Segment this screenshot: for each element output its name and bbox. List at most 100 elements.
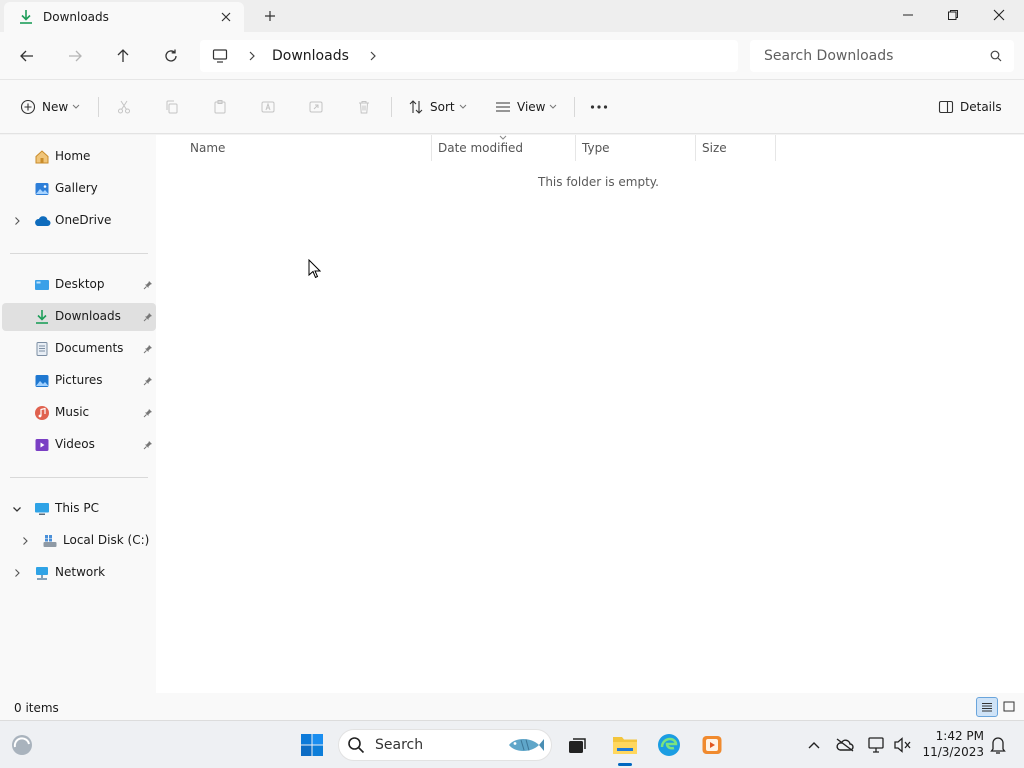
details-pane-button[interactable]: Details — [938, 95, 1002, 119]
close-tab-icon[interactable] — [218, 9, 234, 25]
sidebar-item-music[interactable]: Music — [2, 399, 156, 427]
sidebar-item-home[interactable]: Home — [2, 143, 156, 171]
sidebar-item-label: Local Disk (C:) — [63, 533, 150, 547]
chevron-right-icon[interactable] — [18, 534, 32, 548]
new-tab-icon[interactable] — [260, 6, 280, 26]
command-bar: New Sort View Details — [0, 80, 1024, 134]
pictures-icon — [33, 372, 51, 390]
delete-icon[interactable] — [356, 95, 372, 119]
sidebar-item-documents[interactable]: Documents — [2, 335, 156, 363]
search-placeholder: Search Downloads — [764, 48, 894, 64]
close-window-icon[interactable] — [976, 0, 1022, 30]
sidebar-item-label: Gallery — [55, 181, 98, 195]
details-view-icon[interactable] — [976, 697, 998, 717]
onedrive-offline-icon[interactable] — [831, 731, 859, 759]
tab-downloads[interactable]: Downloads — [4, 2, 244, 32]
pin-icon[interactable] — [141, 342, 155, 356]
clock-date: 11/3/2023 — [922, 745, 984, 759]
desktop-icon — [33, 276, 51, 294]
taskbar-search-label: Search — [375, 737, 424, 753]
minimize-icon[interactable] — [885, 0, 931, 30]
sidebar-item-desktop[interactable]: Desktop — [2, 271, 156, 299]
pin-icon[interactable] — [141, 438, 155, 452]
mouse-cursor-icon — [307, 259, 321, 279]
details-label: Details — [960, 100, 1002, 114]
gallery-icon — [33, 180, 51, 198]
sidebar-item-label: Network — [55, 565, 106, 579]
chevron-down-icon[interactable] — [10, 502, 24, 516]
chevron-right-icon[interactable] — [10, 566, 24, 580]
system-clock[interactable]: 1:42 PM 11/3/2023 — [918, 728, 984, 760]
sidebar-item-label: Desktop — [55, 277, 105, 291]
chevron-right-icon[interactable] — [363, 46, 383, 66]
view-button[interactable]: View — [495, 95, 557, 119]
status-bar: 0 items — [0, 693, 1024, 720]
widgets-icon[interactable] — [8, 731, 36, 759]
empty-folder-message: This folder is empty. — [538, 175, 659, 189]
file-explorer-icon[interactable] — [611, 731, 639, 759]
home-icon — [33, 148, 51, 166]
pin-icon[interactable] — [141, 374, 155, 388]
chevron-down-icon — [549, 104, 557, 110]
paste-icon[interactable] — [212, 95, 228, 119]
refresh-icon[interactable] — [159, 44, 183, 68]
edge-browser-icon[interactable] — [655, 731, 683, 759]
videos-icon — [33, 436, 51, 454]
chevron-right-icon[interactable] — [10, 214, 24, 228]
column-header-type[interactable]: Type — [576, 135, 696, 161]
up-arrow-icon[interactable] — [111, 44, 135, 68]
pin-icon[interactable] — [141, 278, 155, 292]
sort-indicator-icon — [498, 133, 508, 141]
taskbar: Search 1:42 PM 11/3/2023 — [0, 720, 1024, 768]
clock-time: 1:42 PM — [935, 729, 984, 743]
forward-arrow-icon[interactable] — [63, 44, 87, 68]
address-bar[interactable]: Downloads — [200, 40, 738, 72]
copy-icon[interactable] — [164, 95, 180, 119]
large-icons-view-icon[interactable] — [998, 697, 1020, 717]
breadcrumb-downloads[interactable]: Downloads — [272, 48, 349, 64]
active-app-indicator — [618, 763, 632, 766]
sidebar-item-downloads[interactable]: Downloads — [2, 303, 156, 331]
sidebar-item-network[interactable]: Network — [2, 559, 156, 587]
chevron-up-icon[interactable] — [800, 731, 828, 759]
more-options-icon[interactable] — [590, 95, 608, 119]
download-icon — [18, 9, 34, 25]
taskbar-search-box[interactable]: Search — [338, 729, 552, 761]
network-icon — [33, 564, 51, 582]
divider — [574, 97, 575, 117]
column-header-name[interactable]: Name — [184, 135, 432, 161]
cut-icon[interactable] — [116, 95, 132, 119]
column-header-size[interactable]: Size — [696, 135, 776, 161]
task-view-icon[interactable] — [564, 731, 592, 759]
notification-bell-icon[interactable] — [984, 731, 1012, 759]
onedrive-cloud-icon — [33, 212, 51, 230]
chevron-right-icon[interactable] — [242, 46, 262, 66]
share-icon[interactable] — [308, 95, 324, 119]
sidebar-item-gallery[interactable]: Gallery — [2, 175, 156, 203]
sidebar-item-pictures[interactable]: Pictures — [2, 367, 156, 395]
pin-icon[interactable] — [141, 310, 155, 324]
rename-icon[interactable] — [260, 95, 276, 119]
file-list[interactable]: Name Date modified Type Size This folder… — [156, 135, 1024, 693]
monitor-icon — [212, 48, 228, 64]
media-player-icon[interactable] — [698, 731, 726, 759]
sort-icon — [408, 99, 424, 115]
divider — [10, 477, 148, 478]
search-input[interactable]: Search Downloads — [750, 40, 1014, 72]
volume-muted-icon[interactable] — [889, 731, 917, 759]
sidebar-item-label: Videos — [55, 437, 95, 451]
sidebar-item-this-pc[interactable]: This PC — [2, 495, 156, 523]
start-windows-icon[interactable] — [298, 731, 326, 759]
new-label: New — [42, 100, 69, 114]
restore-icon[interactable] — [930, 0, 976, 30]
network-status-icon[interactable] — [863, 731, 891, 759]
sidebar-item-local-disk[interactable]: Local Disk (C:) — [2, 527, 156, 555]
sidebar-item-videos[interactable]: Videos — [2, 431, 156, 459]
new-button[interactable]: New — [20, 95, 80, 119]
pin-icon[interactable] — [141, 406, 155, 420]
sort-button[interactable]: Sort — [408, 95, 467, 119]
view-label: View — [517, 100, 546, 114]
back-arrow-icon[interactable] — [15, 44, 39, 68]
sidebar-item-onedrive[interactable]: OneDrive — [2, 207, 156, 235]
navigation-pane: Home Gallery OneDrive Desktop Downloads — [0, 135, 156, 693]
